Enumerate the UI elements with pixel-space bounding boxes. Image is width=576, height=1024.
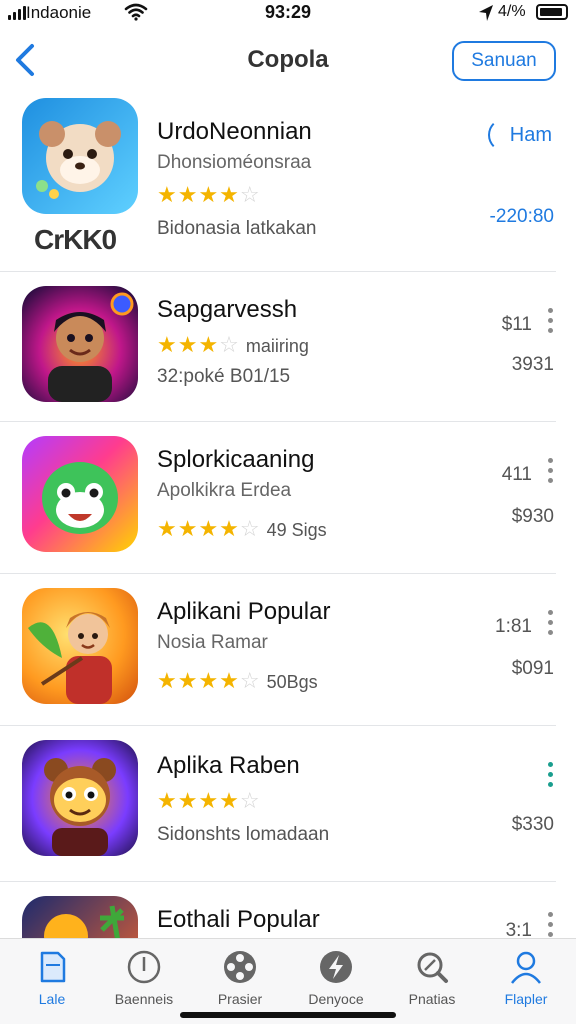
more-options-icon[interactable] bbox=[548, 308, 554, 333]
rating-stars: ★★★★☆ 49 Sigs bbox=[157, 516, 327, 541]
tab-pnatias[interactable]: Pnatias bbox=[384, 947, 480, 1007]
app-meta: Bidonasia latkakan bbox=[157, 218, 317, 239]
tab-label: Lale bbox=[38, 991, 66, 1007]
rating-count: 50Bgs bbox=[266, 672, 318, 692]
rating-count: maiiring bbox=[245, 336, 309, 356]
app-icon bbox=[22, 436, 138, 552]
tab-label: Flapler bbox=[504, 991, 548, 1007]
list-item[interactable]: Aplika Raben ★★★★☆ Sidonshts lomadaan $3… bbox=[0, 726, 576, 882]
app-side-top: 1:81 bbox=[495, 616, 532, 637]
app-price: -220:80 bbox=[489, 206, 554, 227]
document-icon bbox=[40, 951, 66, 983]
list-item[interactable]: Eothali Popular 3:1 bbox=[0, 882, 576, 938]
tab-label: Denyoce bbox=[308, 991, 364, 1007]
app-brand-label: CrKK0 bbox=[34, 224, 117, 255]
rating-stars: ★★★★☆ bbox=[157, 182, 261, 207]
battery-percent: 4/% bbox=[498, 3, 526, 20]
app-list: CrKK0 UrdoNeonnian Dhonsioméonsraa ★★★★☆… bbox=[0, 96, 576, 938]
app-name: UrdoNeonnian bbox=[157, 118, 312, 145]
app-side-top: $11 bbox=[501, 314, 532, 335]
rating-stars: ★★★★☆ bbox=[157, 788, 261, 813]
clock-icon bbox=[127, 950, 161, 984]
rating-count: 49 Sigs bbox=[266, 520, 327, 540]
app-subtitle: Apolkikra Erdea bbox=[157, 480, 292, 501]
app-side-top: 411 bbox=[501, 464, 532, 485]
list-item[interactable]: Splorkicaaning Apolkikra Erdea ★★★★☆ 49 S… bbox=[0, 422, 576, 574]
app-subtitle: Dhonsioméonsraa bbox=[157, 152, 312, 173]
tab-label: Prasier bbox=[217, 991, 263, 1007]
nav-action-button[interactable]: Sanuan bbox=[452, 41, 556, 81]
film-reel-icon bbox=[224, 951, 256, 983]
app-price: $330 bbox=[511, 814, 554, 835]
search-icon bbox=[417, 952, 448, 983]
rating-stars: ★★★☆ maiiring bbox=[157, 332, 309, 357]
app-subtitle: Nosia Ramar bbox=[157, 632, 268, 653]
tab-label: Pnatias bbox=[408, 991, 456, 1007]
location-arrow-icon bbox=[479, 5, 493, 21]
app-name: Splorkicaaning bbox=[157, 446, 315, 473]
list-item[interactable]: Sapgarvessh ★★★☆ maiiring 32:poké B01/15 … bbox=[0, 272, 576, 422]
tab-baenneis[interactable]: Baenneis bbox=[96, 947, 192, 1007]
list-item[interactable]: Aplikani Popular Nosia Ramar ★★★★☆ 50Bgs … bbox=[0, 574, 576, 726]
tab-prasier[interactable]: Prasier bbox=[192, 947, 288, 1007]
app-price: $930 bbox=[511, 506, 554, 527]
app-price: $091 bbox=[511, 658, 554, 679]
battery-icon bbox=[536, 4, 568, 20]
more-options-icon[interactable] bbox=[548, 458, 554, 483]
rating-stars: ★★★★☆ 50Bgs bbox=[157, 668, 318, 693]
app-name: Sapgarvessh bbox=[157, 296, 298, 323]
home-indicator bbox=[180, 1012, 396, 1018]
tab-lale[interactable]: Lale bbox=[4, 947, 100, 1007]
app-icon bbox=[22, 896, 138, 938]
get-button[interactable]: Ham bbox=[488, 118, 556, 152]
tab-label: Baenneis bbox=[114, 991, 174, 1007]
more-options-icon[interactable] bbox=[548, 610, 554, 635]
bolt-icon bbox=[320, 951, 352, 983]
app-icon bbox=[22, 588, 138, 704]
app-icon bbox=[22, 286, 138, 402]
app-side-top: 3:1 bbox=[505, 920, 532, 938]
more-options-icon[interactable] bbox=[548, 762, 554, 787]
app-name: Eothali Popular bbox=[157, 906, 320, 933]
tab-flapler[interactable]: Flapler bbox=[478, 947, 574, 1007]
app-icon bbox=[22, 98, 138, 214]
app-meta: 32:poké B01/15 bbox=[157, 366, 291, 387]
person-icon bbox=[511, 951, 541, 984]
more-options-icon[interactable] bbox=[548, 912, 554, 937]
list-item[interactable]: CrKK0 UrdoNeonnian Dhonsioméonsraa ★★★★☆… bbox=[0, 96, 576, 272]
tab-denyoce[interactable]: Denyoce bbox=[288, 947, 384, 1007]
app-price: 3931 bbox=[511, 354, 554, 375]
app-meta: Sidonshts lomadaan bbox=[157, 824, 330, 845]
status-bar: Indaonie 93:29 4/% bbox=[0, 0, 576, 26]
app-icon bbox=[22, 740, 138, 856]
app-name: Aplikani Popular bbox=[157, 598, 331, 625]
app-name: Aplika Raben bbox=[157, 752, 300, 779]
